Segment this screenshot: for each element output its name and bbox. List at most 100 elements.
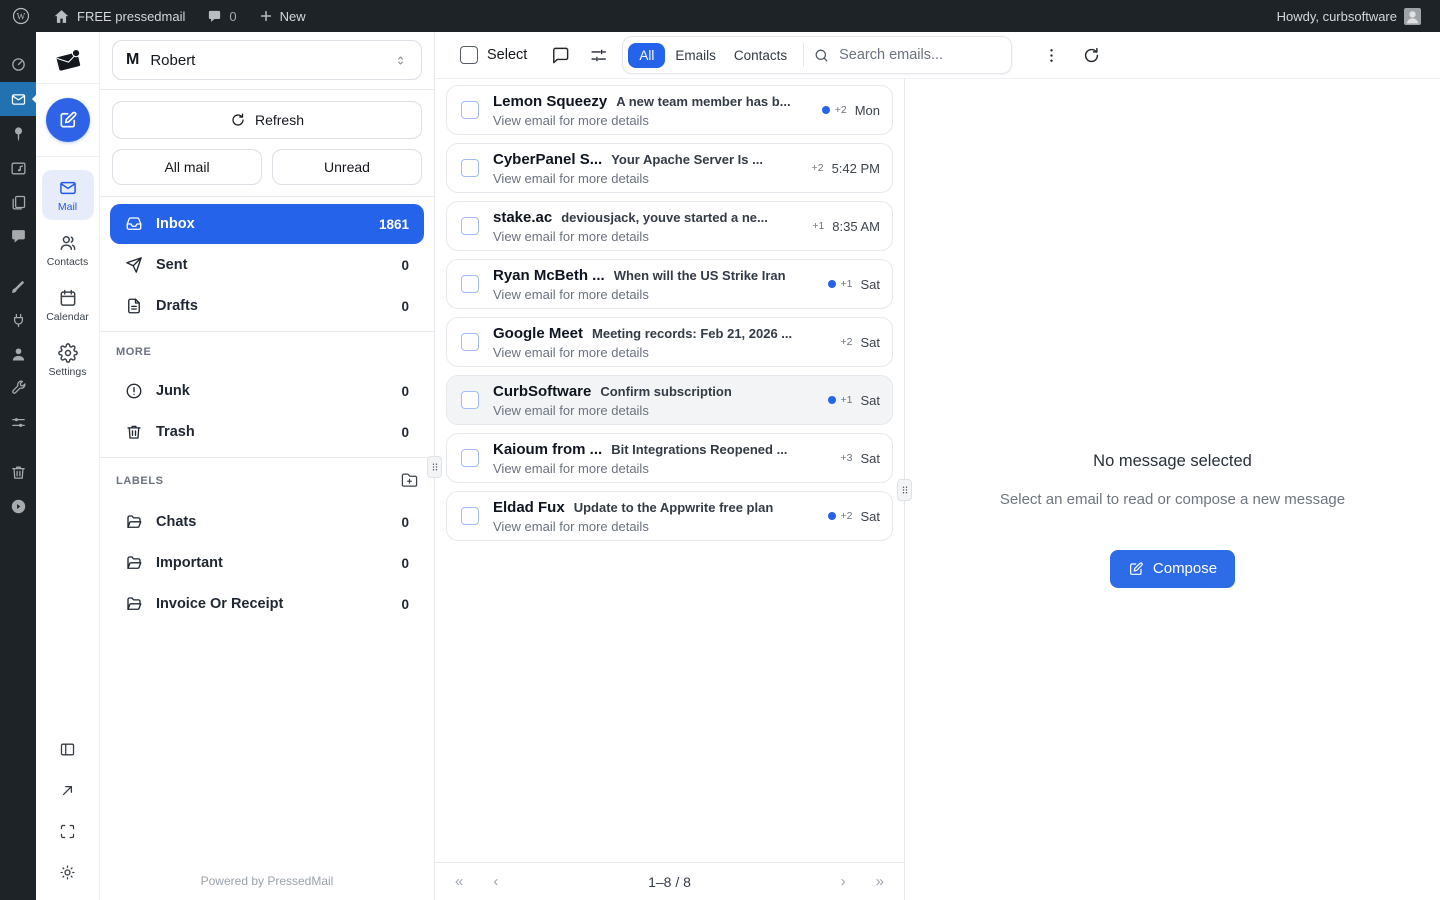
rail-tool-fullscreen[interactable] xyxy=(59,823,76,845)
email-sender: Lemon Squeezy xyxy=(493,93,607,110)
thread-count: +2 xyxy=(812,162,824,174)
wp-menu-dashboard[interactable] xyxy=(0,48,36,80)
email-checkbox[interactable] xyxy=(461,275,479,293)
grip-icon xyxy=(429,460,441,474)
tab-contacts[interactable]: Contacts xyxy=(726,43,795,68)
email-row-cyberpanel-s[interactable]: CyberPanel S... Your Apache Server Is ..… xyxy=(446,143,893,193)
new-menu[interactable]: New xyxy=(248,0,317,32)
howdy-label: Howdy, curbsoftware xyxy=(1277,9,1397,24)
email-date: 8:35 AM xyxy=(832,219,880,234)
site-menu[interactable]: FREE pressedmail xyxy=(42,0,196,32)
email-subject: Confirm subscription xyxy=(600,384,731,399)
email-row-eldad-fux[interactable]: Eldad Fux Update to the Appwrite free pl… xyxy=(446,491,893,541)
rail-tool-sidebar-toggle[interactable] xyxy=(59,741,76,763)
folder-junk[interactable]: Junk 0 xyxy=(110,371,424,411)
label-chats[interactable]: Chats 0 xyxy=(110,502,424,542)
new-label: New xyxy=(280,9,306,24)
page-info: 1–8 / 8 xyxy=(528,874,810,890)
wp-menu-comments[interactable] xyxy=(0,220,36,252)
rail-nav-settings[interactable]: Settings xyxy=(42,335,94,385)
email-checkbox[interactable] xyxy=(461,333,479,351)
wp-menu-pages[interactable] xyxy=(0,186,36,218)
email-preview: View email for more details xyxy=(493,461,827,476)
first-page-button[interactable]: « xyxy=(455,873,463,890)
rail-nav-contacts[interactable]: Contacts xyxy=(42,225,94,275)
select-all-checkbox[interactable] xyxy=(460,46,478,64)
folder-count: 1861 xyxy=(379,217,409,232)
folder-label: Junk xyxy=(156,383,190,399)
email-subject: Your Apache Server Is ... xyxy=(611,152,763,167)
email-checkbox[interactable] xyxy=(461,159,479,177)
tab-emails[interactable]: Emails xyxy=(667,43,724,68)
comments-menu[interactable]: 0 xyxy=(196,0,247,32)
wp-menu-collapse-menu[interactable] xyxy=(0,490,36,522)
rail-tool-theme-toggle[interactable] xyxy=(59,864,76,886)
plug-icon xyxy=(10,312,27,329)
account-selector[interactable]: M Robert xyxy=(112,40,422,80)
refresh-button[interactable]: Refresh xyxy=(112,101,422,139)
email-checkbox[interactable] xyxy=(461,449,479,467)
compose-button[interactable]: Compose xyxy=(1110,550,1235,588)
label-list: Chats 0 Important 0 Invoice Or Receipt 0 xyxy=(100,495,434,629)
email-checkbox[interactable] xyxy=(461,101,479,119)
email-checkbox[interactable] xyxy=(461,217,479,235)
label-invoice-or-receipt[interactable]: Invoice Or Receipt 0 xyxy=(110,584,424,624)
all-mail-button[interactable]: All mail xyxy=(112,149,262,185)
list-refresh-button[interactable] xyxy=(1082,46,1101,65)
wp-menu-plugins[interactable] xyxy=(0,304,36,336)
folder-sent[interactable]: Sent 0 xyxy=(110,245,424,285)
email-summary: CurbSoftware Confirm subscription View e… xyxy=(493,383,814,418)
list-resize-handle[interactable] xyxy=(897,479,912,501)
email-row-stake-ac[interactable]: stake.ac deviousjack, youve started a ne… xyxy=(446,201,893,251)
folder-drafts[interactable]: Drafts 0 xyxy=(110,286,424,326)
wp-logo-menu[interactable] xyxy=(0,0,42,32)
folder-icon xyxy=(125,513,143,531)
folder-count: 0 xyxy=(401,299,409,314)
email-row-curbsoftware[interactable]: CurbSoftware Confirm subscription View e… xyxy=(446,375,893,425)
email-row-lemon-squeezy[interactable]: Lemon Squeezy A new team member has b...… xyxy=(446,85,893,135)
wp-menu-users[interactable] xyxy=(0,338,36,370)
unread-button[interactable]: Unread xyxy=(272,149,422,185)
last-page-button[interactable]: » xyxy=(876,873,884,890)
filter-button[interactable] xyxy=(589,46,608,65)
rail-nav: Mail Contacts Calendar Settings xyxy=(42,170,94,385)
compose-fab[interactable] xyxy=(46,98,90,142)
chat-button[interactable] xyxy=(551,46,570,65)
divider xyxy=(36,83,100,84)
email-row-google-meet[interactable]: Google Meet Meeting records: Feb 21, 202… xyxy=(446,317,893,367)
wp-menu-appearance[interactable] xyxy=(0,270,36,302)
howdy-menu[interactable]: Howdy, curbsoftware xyxy=(1266,8,1432,25)
rail-tool-expand[interactable] xyxy=(59,782,76,804)
email-sender: Google Meet xyxy=(493,325,583,342)
email-row-ryan-mcbeth[interactable]: Ryan McBeth ... When will the US Strike … xyxy=(446,259,893,309)
calendar-icon xyxy=(58,288,78,308)
label-important[interactable]: Important 0 xyxy=(110,543,424,583)
label-count: 0 xyxy=(401,597,409,612)
folder-trash[interactable]: Trash 0 xyxy=(110,412,424,452)
kebab-icon xyxy=(1042,46,1061,65)
folder-label: Drafts xyxy=(156,298,198,314)
tab-all[interactable]: All xyxy=(628,43,665,68)
sidebar-resize-handle[interactable] xyxy=(427,456,442,478)
prev-page-button[interactable]: ‹ xyxy=(493,873,498,890)
wp-menu-tools[interactable] xyxy=(0,372,36,404)
wp-menu-trash[interactable] xyxy=(0,456,36,488)
email-checkbox[interactable] xyxy=(461,507,479,525)
email-date: Sat xyxy=(860,393,880,408)
folder-inbox[interactable]: Inbox 1861 xyxy=(110,204,424,244)
wp-menu-pressedmail[interactable] xyxy=(0,82,36,116)
unread-dot xyxy=(828,396,836,404)
rail-nav-mail[interactable]: Mail xyxy=(42,170,94,220)
search-input[interactable] xyxy=(832,47,1001,63)
add-label-button[interactable] xyxy=(401,472,418,489)
wp-menu-posts[interactable] xyxy=(0,118,36,150)
email-row-kaioum-from[interactable]: Kaioum from ... Bit Integrations Reopene… xyxy=(446,433,893,483)
rail-nav-calendar[interactable]: Calendar xyxy=(42,280,94,330)
more-options-button[interactable] xyxy=(1042,46,1061,65)
next-page-button[interactable]: › xyxy=(841,873,846,890)
rail-tools xyxy=(59,741,76,886)
wp-menu-media[interactable] xyxy=(0,152,36,184)
wp-menu-settings[interactable] xyxy=(0,406,36,438)
email-subject: When will the US Strike Iran xyxy=(614,268,786,283)
email-checkbox[interactable] xyxy=(461,391,479,409)
